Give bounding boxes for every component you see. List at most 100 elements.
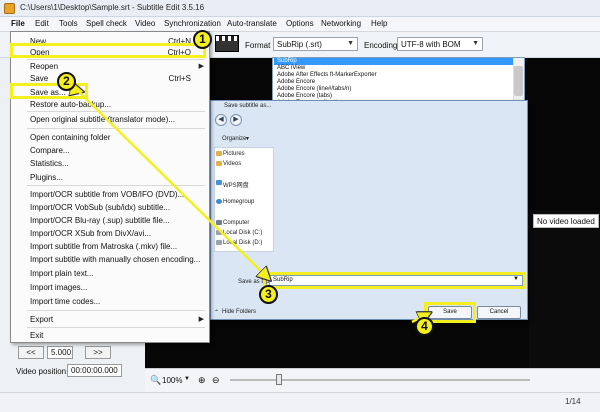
- menu-networking[interactable]: Networking: [321, 19, 361, 28]
- format-label: Format: [245, 41, 271, 50]
- encoding-select-value: UTF-8 with BOM: [401, 40, 461, 49]
- format-list-item[interactable]: ABC iView: [277, 65, 305, 72]
- nav-local-disk-d[interactable]: Local Disk (D:): [216, 240, 262, 246]
- submenu-arrow-icon: ▶: [198, 316, 204, 323]
- position-track[interactable]: [230, 379, 530, 381]
- menu-item-import-vob[interactable]: Import/OCR subtitle from VOB/IFO (DVD)..…: [30, 190, 184, 199]
- menu-separator: [27, 185, 205, 186]
- nav-local-disk-c[interactable]: Local Disk (C:): [216, 230, 262, 236]
- cancel-button[interactable]: Cancel: [477, 306, 521, 319]
- video-panel: [529, 210, 600, 370]
- zoom-out-icon[interactable]: ⊖: [212, 375, 220, 386]
- window-title: C:\Users\1\Desktop\Sample.srt - Subtitle…: [20, 3, 205, 12]
- highlight-open: [10, 43, 206, 58]
- format-select[interactable]: SubRip (.srt) ▼: [273, 37, 358, 51]
- back-arrow-icon[interactable]: ◀: [215, 114, 227, 126]
- menu-item-import-encoding[interactable]: Import subtitle with manually chosen enc…: [30, 255, 200, 264]
- menu-item-compare[interactable]: Compare...: [30, 146, 70, 155]
- position-thumb[interactable]: [276, 374, 282, 385]
- dialog-nav-buttons: ◀ ▶: [212, 112, 270, 128]
- step-badge-2: 2: [57, 72, 76, 91]
- seconds-input[interactable]: 5.000: [47, 346, 73, 359]
- menu-item-import-vobsub[interactable]: Import/OCR VobSub (sub/idx) subtitle...: [30, 203, 170, 212]
- menu-item-exit[interactable]: Exit: [30, 331, 43, 340]
- menu-item-plugins[interactable]: Plugins...: [30, 173, 63, 182]
- dialog-navigation-pane: Pictures Videos WPS网盘 Homegroup Computer…: [214, 147, 274, 252]
- menu-synchronization[interactable]: Synchronization: [164, 19, 221, 28]
- format-select-value: SubRip (.srt): [277, 40, 322, 49]
- menu-item-statistics[interactable]: Statistics...: [30, 159, 69, 168]
- menu-bar: File Edit Tools Spell check Video Synchr…: [0, 17, 600, 32]
- chevron-down-icon[interactable]: ▼: [184, 376, 190, 382]
- organize-button[interactable]: Organize: [222, 136, 246, 142]
- format-list-item[interactable]: SubRip: [277, 58, 297, 65]
- menu-edit[interactable]: Edit: [35, 19, 49, 28]
- menu-item-export[interactable]: Export: [30, 315, 53, 324]
- menu-item-open-original[interactable]: Open original subtitle (translator mode)…: [30, 115, 175, 124]
- nav-computer[interactable]: Computer: [216, 220, 249, 226]
- nav-wps-drive[interactable]: WPS网盘: [216, 180, 249, 189]
- format-list-item[interactable]: Adobe Encore (line#/tabs/n): [277, 86, 351, 93]
- format-list-item[interactable]: Adobe Encore: [277, 79, 315, 86]
- menu-item-reopen[interactable]: Reopen: [30, 62, 58, 71]
- forward-button[interactable]: >>: [85, 346, 111, 359]
- menu-item-import-bluray[interactable]: Import/OCR Blu-ray (.sup) subtitle file.…: [30, 216, 170, 225]
- chevron-down-icon: ▼: [245, 136, 250, 142]
- hide-folders-button[interactable]: Hide Folders: [222, 309, 256, 315]
- no-video-label: No video loaded: [533, 214, 599, 228]
- format-list-item[interactable]: Adobe After Effects ft-MarkerExporter: [277, 72, 377, 79]
- menu-item-import-matroska[interactable]: Import subtitle from Matroska (.mkv) fil…: [30, 242, 177, 251]
- menu-separator: [27, 111, 205, 112]
- page-counter: 1/14: [565, 397, 581, 406]
- app-icon: [4, 3, 15, 14]
- encoding-label: Encoding: [364, 41, 398, 50]
- video-position-label: Video position:: [16, 367, 69, 376]
- menu-separator: [27, 128, 205, 129]
- nav-pictures[interactable]: Pictures: [216, 151, 245, 157]
- step-badge-3: 3: [259, 285, 278, 304]
- menu-help[interactable]: Help: [371, 19, 387, 28]
- zoom-level[interactable]: 100%: [162, 376, 182, 385]
- menu-item-restore-backup[interactable]: Restore auto-backup...: [30, 100, 111, 109]
- menu-item-import-plain-text[interactable]: Import plain text...: [30, 269, 94, 278]
- highlight-save-as-type: [263, 272, 526, 289]
- forward-arrow-icon[interactable]: ▶: [230, 114, 242, 126]
- folder-icon: [216, 151, 222, 156]
- video-position-input[interactable]: 00:00:00.000: [67, 364, 122, 377]
- menu-auto-translate[interactable]: Auto-translate: [227, 19, 277, 28]
- menu-item-save[interactable]: Save: [30, 74, 48, 83]
- clapperboard-stripe: [216, 36, 238, 41]
- menu-video[interactable]: Video: [135, 19, 155, 28]
- menu-separator: [27, 327, 205, 328]
- file-menu: New Ctrl+N Open Ctrl+O Reopen ▶ Save Ctr…: [10, 31, 210, 343]
- drive-icon: [216, 240, 222, 245]
- step-badge-4: 4: [415, 317, 434, 336]
- format-list-selection: [274, 58, 513, 65]
- menu-item-import-time-codes[interactable]: Import time codes...: [30, 297, 100, 306]
- cloud-icon: [216, 180, 222, 185]
- format-list-scroll-thumb[interactable]: [514, 66, 523, 96]
- menu-item-import-xsub[interactable]: Import/OCR XSub from DivX/avi...: [30, 229, 151, 238]
- search-icon[interactable]: 🔍: [150, 375, 161, 386]
- zoom-in-icon[interactable]: ⊕: [198, 375, 206, 386]
- chevron-down-icon: ▼: [347, 40, 354, 47]
- menu-item-open-folder[interactable]: Open containing folder: [30, 133, 111, 142]
- homegroup-icon: [216, 199, 222, 204]
- menu-tools[interactable]: Tools: [59, 19, 78, 28]
- nav-homegroup[interactable]: Homegroup: [216, 199, 254, 205]
- encoding-select[interactable]: UTF-8 with BOM ▼: [397, 37, 483, 51]
- dialog-title: Save subtitle as...: [224, 103, 272, 109]
- chevron-up-icon[interactable]: ⌃: [214, 309, 219, 316]
- chevron-down-icon: ▼: [472, 40, 479, 47]
- menu-file[interactable]: File: [11, 19, 25, 28]
- submenu-arrow-icon: ▶: [198, 63, 204, 70]
- menu-spell-check[interactable]: Spell check: [86, 19, 127, 28]
- menu-options[interactable]: Options: [286, 19, 314, 28]
- rewind-button[interactable]: <<: [18, 346, 44, 359]
- format-list-item[interactable]: Adobe Encore (tabs): [277, 93, 332, 100]
- menu-item-import-images[interactable]: Import images...: [30, 283, 87, 292]
- nav-videos[interactable]: Videos: [216, 161, 241, 167]
- menu-separator: [27, 59, 205, 60]
- folder-icon: [216, 161, 222, 166]
- step-badge-1: 1: [193, 30, 212, 49]
